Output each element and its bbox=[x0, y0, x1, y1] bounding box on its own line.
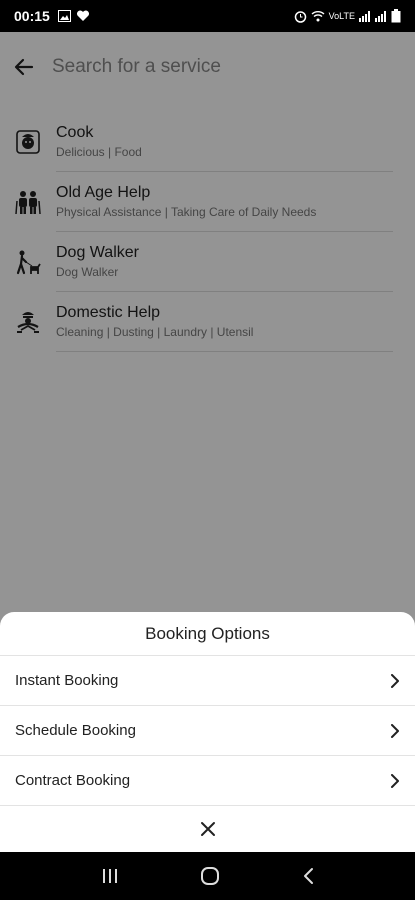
recent-apps-icon[interactable] bbox=[101, 867, 119, 885]
alarm-icon bbox=[294, 10, 306, 23]
status-time: 00:15 bbox=[14, 8, 50, 24]
back-nav-icon[interactable] bbox=[301, 867, 315, 885]
volte-signal-icon bbox=[359, 10, 370, 22]
close-icon[interactable] bbox=[200, 821, 216, 837]
chevron-right-icon bbox=[391, 773, 399, 788]
schedule-booking-option[interactable]: Schedule Booking bbox=[0, 706, 415, 756]
volte-signal-icon bbox=[375, 10, 386, 22]
option-label: Schedule Booking bbox=[15, 722, 136, 739]
instant-booking-option[interactable]: Instant Booking bbox=[0, 656, 415, 706]
booking-options-sheet: Booking Options Instant Booking Schedule… bbox=[0, 612, 415, 852]
status-bar: 00:15 VoLTE bbox=[0, 0, 415, 32]
system-nav-bar bbox=[0, 852, 415, 900]
image-icon bbox=[57, 10, 71, 22]
option-label: Contract Booking bbox=[15, 772, 131, 789]
battery-icon bbox=[391, 9, 401, 23]
home-icon[interactable] bbox=[200, 866, 220, 886]
sheet-title: Booking Options bbox=[0, 612, 415, 656]
wifi-icon bbox=[311, 11, 325, 22]
contract-booking-option[interactable]: Contract Booking bbox=[0, 756, 415, 806]
heart-icon bbox=[76, 10, 89, 21]
volte-label: VoLTE bbox=[328, 11, 355, 21]
chevron-right-icon bbox=[391, 673, 399, 688]
chevron-right-icon bbox=[391, 723, 399, 738]
option-label: Instant Booking bbox=[15, 672, 119, 689]
close-sheet-row bbox=[0, 806, 415, 851]
